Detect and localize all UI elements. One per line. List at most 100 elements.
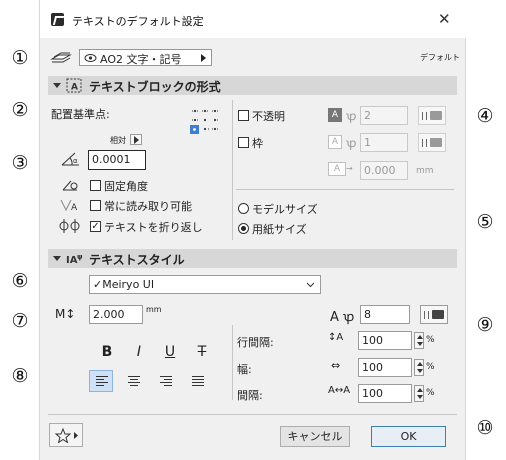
font-name: ✓Meiryo UI [93, 278, 155, 291]
align-justify-button[interactable] [185, 370, 209, 392]
window-title: テキストのデフォルト設定 [72, 15, 204, 28]
text-block-icon: A [66, 78, 82, 93]
star-icon [55, 428, 71, 443]
fixed-angle-checkbox[interactable] [90, 180, 101, 191]
model-size-radio[interactable] [238, 203, 249, 214]
rotation-angle-icon: α [61, 152, 79, 166]
relative-label: 相対 [110, 136, 126, 145]
frame-offset-unit: mm [416, 166, 434, 176]
wrap-text-checkbox[interactable]: ✓ [90, 221, 101, 232]
collapse-triangle-icon [53, 256, 61, 261]
title-bar: テキストのデフォルト設定 ✕ [40, 0, 467, 38]
ok-button[interactable]: OK [371, 426, 446, 447]
line-spacing-stepper[interactable] [414, 332, 424, 349]
text-style-title: テキストスタイル [89, 253, 185, 267]
paper-size-radio[interactable] [238, 223, 249, 234]
char-spacing-label: 間隔: [237, 389, 263, 402]
text-block-title: テキストブロックの形式 [89, 80, 221, 94]
layer-name: AO2 文字・記号 [100, 53, 182, 66]
width-label: 幅: [237, 363, 252, 376]
bold-button[interactable]: B [97, 342, 117, 362]
wrap-text-label: テキストを折り返し [104, 221, 203, 234]
line-spacing-icon: ↕A [328, 332, 344, 343]
width-stepper[interactable] [414, 359, 424, 376]
pen-icon: ꝕ [346, 136, 357, 150]
align-left-button[interactable] [89, 370, 113, 392]
svg-text:A: A [71, 83, 78, 93]
opaque-checkbox[interactable] [238, 110, 249, 121]
chevron-down-icon [306, 282, 315, 288]
text-pen-icon: A ꝕ [330, 310, 355, 325]
callout-6: ⑥ [11, 270, 29, 292]
cancel-button[interactable]: キャンセル [280, 426, 350, 447]
text-pen-input[interactable]: 8 [360, 305, 410, 324]
text-style-header[interactable]: IA ψ テキストスタイル [48, 249, 457, 268]
callout-3: ③ [11, 152, 29, 174]
wrap-text-icon [59, 219, 80, 233]
always-readable-label: 常に読み取り可能 [104, 200, 192, 213]
favorites-button[interactable] [49, 423, 83, 447]
model-size-label: モデルサイズ [252, 203, 318, 216]
opaque-label: 不透明 [252, 110, 285, 123]
align-right-button[interactable] [153, 370, 177, 392]
callout-5: ⑤ [476, 211, 494, 233]
char-spacing-percent: % [426, 388, 435, 398]
always-readable-checkbox[interactable] [90, 200, 101, 211]
pen-icon: ꝕ [346, 109, 357, 123]
line-spacing-percent: % [426, 335, 435, 345]
svg-text:IA: IA [66, 255, 78, 266]
layer-dropdown[interactable]: AO2 文字・記号 [79, 49, 212, 66]
font-dropdown[interactable]: ✓Meiryo UI [89, 275, 321, 294]
chevron-right-icon [201, 54, 206, 62]
font-size-icon: M↕ [55, 307, 76, 321]
relative-toggle[interactable] [130, 134, 142, 145]
app-icon [51, 13, 64, 26]
rotation-input[interactable]: 0.0001 [88, 150, 146, 170]
width-percent: % [426, 362, 435, 372]
opaque-pen-input[interactable]: 2 [360, 106, 408, 125]
char-spacing-stepper[interactable] [414, 385, 424, 402]
frame-color-swatch[interactable] [418, 133, 446, 152]
close-icon[interactable]: ✕ [438, 10, 451, 28]
style-divider [232, 325, 233, 400]
fixed-angle-label: 固定角度 [104, 180, 148, 193]
text-style-icon: IA ψ [66, 253, 83, 266]
callout-2: ② [11, 99, 29, 121]
frame-offset-icon: A [328, 162, 346, 176]
line-spacing-label: 行間隔: [237, 336, 274, 349]
frame-offset-input[interactable]: 0.000 [360, 161, 408, 180]
default-label: デフォルト [420, 53, 460, 62]
eye-icon [84, 54, 97, 62]
line-spacing-input[interactable]: 100 [358, 331, 412, 350]
anchor-point-label: 配置基準点: [51, 108, 110, 121]
svg-text:α: α [73, 157, 78, 165]
callout-9: ⑨ [476, 314, 494, 336]
callout-1: ① [11, 47, 29, 69]
paper-size-label: 用紙サイズ [252, 223, 307, 236]
char-spacing-input[interactable]: 100 [358, 384, 412, 403]
text-block-header[interactable]: A テキストブロックの形式 [48, 76, 457, 95]
layers-icon [50, 52, 72, 63]
font-size-input[interactable]: 2.000 [89, 305, 143, 324]
width-input[interactable]: 100 [358, 358, 412, 377]
anchor-point-grid[interactable] [189, 106, 222, 136]
section-divider [232, 100, 233, 240]
chevron-right-icon [134, 136, 139, 144]
text-color-swatch[interactable] [420, 305, 448, 324]
collapse-triangle-icon [53, 83, 61, 88]
font-size-unit: mm [146, 305, 162, 314]
svg-text:A: A [71, 203, 78, 212]
footer-divider [48, 414, 457, 415]
frame-label: 枠 [252, 137, 263, 150]
align-center-button[interactable] [121, 370, 145, 392]
opaque-color-swatch[interactable] [418, 106, 446, 125]
strikethrough-button[interactable]: T [192, 342, 212, 362]
callout-7: ⑦ [11, 310, 29, 332]
underline-button[interactable]: U [160, 342, 180, 362]
frame-checkbox[interactable] [238, 137, 249, 148]
svg-text:ψ: ψ [77, 253, 83, 261]
frame-pen-input[interactable]: 1 [360, 133, 408, 152]
italic-button[interactable]: I [129, 342, 149, 362]
frame-box-icon: A [328, 135, 342, 149]
callout-10: ⑩ [476, 417, 494, 439]
